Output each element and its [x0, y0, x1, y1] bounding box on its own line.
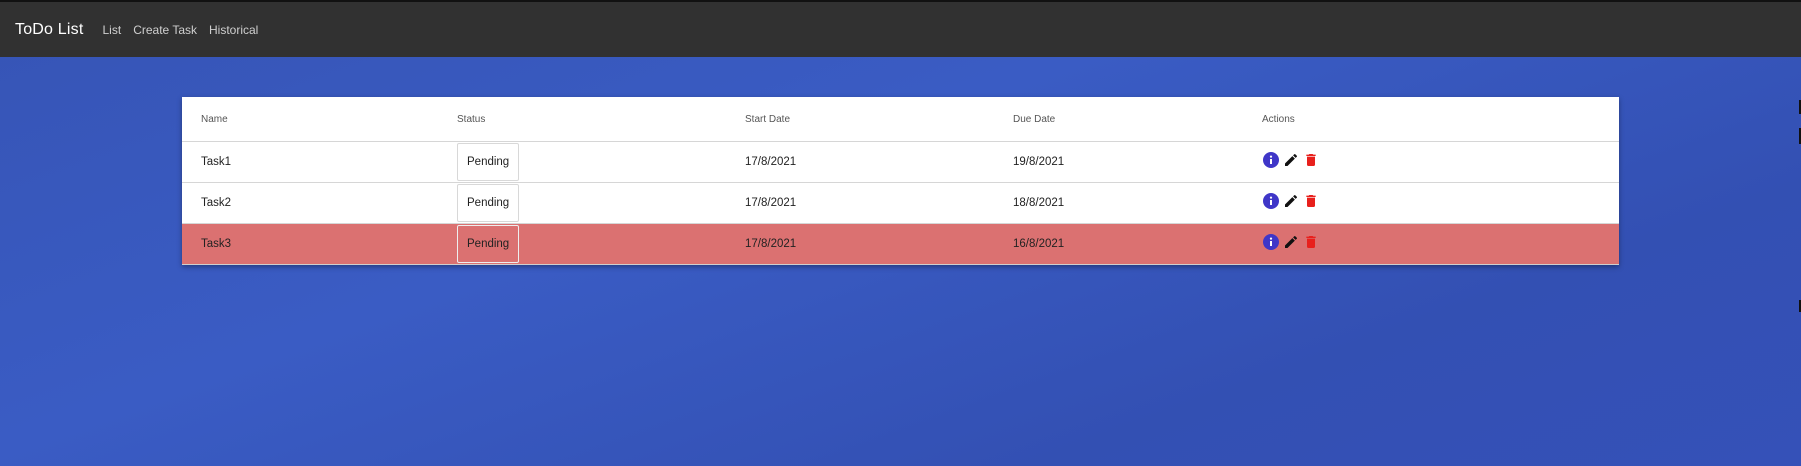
- task-table-card: Name Status Start Date Due Date Actions …: [182, 97, 1619, 265]
- status-select[interactable]: Pending: [457, 143, 520, 181]
- due-date-cell: 18/8/2021: [994, 182, 1243, 224]
- status-cell: Pending: [438, 141, 726, 183]
- start-date-cell: 17/8/2021: [726, 141, 994, 183]
- column-header-actions: Actions: [1243, 97, 1619, 142]
- actions-cell: [1243, 223, 1619, 265]
- column-header-due-date: Due Date: [994, 97, 1243, 142]
- delete-icon[interactable]: [1302, 151, 1320, 169]
- task-name-cell: Task3: [182, 223, 438, 265]
- edit-icon[interactable]: [1282, 151, 1300, 169]
- nav-link-historical[interactable]: Historical: [209, 23, 258, 37]
- nav-menu: List Create Task Historical: [103, 23, 259, 37]
- actions-cell: [1243, 141, 1619, 183]
- due-date-cell: 19/8/2021: [994, 141, 1243, 183]
- status-select[interactable]: Pending: [457, 184, 520, 222]
- table-row-overdue: Task3 Pending 17/8/2021 16/8/2021: [182, 223, 1619, 265]
- top-navbar: ToDo List List Create Task Historical: [0, 0, 1801, 57]
- column-header-name: Name: [182, 97, 438, 142]
- column-header-start-date: Start Date: [726, 97, 994, 142]
- edit-icon[interactable]: [1282, 192, 1300, 210]
- status-cell: Pending: [438, 223, 726, 265]
- info-icon[interactable]: [1262, 233, 1280, 251]
- actions-cell: [1243, 182, 1619, 224]
- start-date-cell: 17/8/2021: [726, 223, 994, 265]
- delete-icon[interactable]: [1302, 192, 1320, 210]
- column-header-status: Status: [438, 97, 726, 142]
- status-select[interactable]: Pending: [457, 225, 520, 263]
- table-header-row: Name Status Start Date Due Date Actions: [182, 97, 1619, 142]
- nav-link-list[interactable]: List: [103, 23, 122, 37]
- due-date-cell: 16/8/2021: [994, 223, 1243, 265]
- info-icon[interactable]: [1262, 151, 1280, 169]
- edit-icon[interactable]: [1282, 233, 1300, 251]
- nav-link-create-task[interactable]: Create Task: [133, 23, 197, 37]
- info-icon[interactable]: [1262, 192, 1280, 210]
- table-row: Task2 Pending 17/8/2021 18/8/2021: [182, 182, 1619, 224]
- task-name-cell: Task2: [182, 182, 438, 224]
- app-title[interactable]: ToDo List: [15, 21, 84, 39]
- delete-icon[interactable]: [1302, 233, 1320, 251]
- task-name-cell: Task1: [182, 141, 438, 183]
- status-cell: Pending: [438, 182, 726, 224]
- start-date-cell: 17/8/2021: [726, 182, 994, 224]
- table-row: Task1 Pending 17/8/2021 19/8/2021: [182, 141, 1619, 183]
- task-table: Name Status Start Date Due Date Actions …: [182, 97, 1619, 265]
